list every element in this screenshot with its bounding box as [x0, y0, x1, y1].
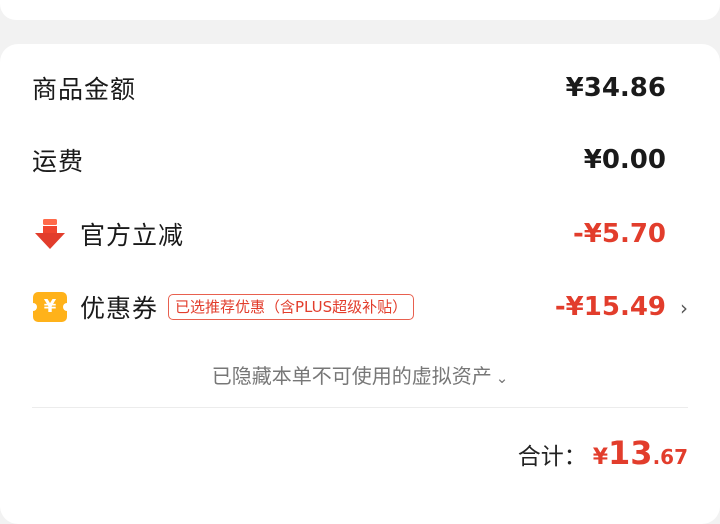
shipping-value: ¥0.00	[583, 145, 666, 175]
total-currency: ¥	[592, 445, 609, 470]
hidden-assets-toggle[interactable]: 已隐藏本单不可使用的虚拟资产 ⌄	[0, 360, 720, 389]
chevron-right-icon[interactable]: ›	[680, 296, 688, 320]
coupon-icon: ¥	[29, 289, 71, 325]
coupon-label: 优惠券	[80, 294, 159, 323]
previous-card	[0, 0, 720, 20]
official-discount-value: -¥5.70	[572, 219, 666, 249]
row-shipping: 运费 ¥0.00	[32, 140, 688, 180]
total-label: 合计：	[517, 444, 587, 470]
order-summary-card: 商品金额 ¥34.86 运费 ¥0.00 官方立减 -¥5.70 ¥ 优惠券 已…	[0, 44, 720, 524]
coupon-value: -¥15.49	[554, 292, 666, 322]
down-arrow-icon	[32, 216, 68, 252]
coupon-recommend-tag: 已选推荐优惠（含PLUS超级补贴）	[168, 294, 415, 320]
row-goods-amount: 商品金额 ¥34.86	[32, 68, 688, 108]
divider	[32, 407, 688, 408]
row-coupon[interactable]: ¥ 优惠券 已选推荐优惠（含PLUS超级补贴） -¥15.49 ›	[29, 287, 688, 327]
total-decimal: .67	[652, 445, 688, 469]
coupon-icon-glyph: ¥	[29, 292, 71, 322]
total-integer: 13	[608, 434, 653, 472]
chevron-down-icon: ⌄	[495, 369, 509, 387]
shipping-label: 运费	[32, 147, 85, 176]
row-official-discount: 官方立减 -¥5.70	[32, 214, 688, 254]
goods-amount-label: 商品金额	[32, 75, 137, 104]
goods-amount-value: ¥34.86	[565, 73, 666, 103]
hidden-assets-text: 已隐藏本单不可使用的虚拟资产	[211, 364, 492, 388]
total-row: 合计： ¥ 13 .67	[518, 434, 688, 472]
official-discount-label: 官方立减	[80, 221, 185, 250]
